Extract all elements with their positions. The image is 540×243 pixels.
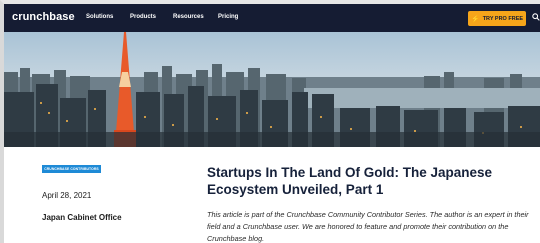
try-pro-free-label: TRY PRO FREE	[482, 15, 524, 22]
nav-item-products[interactable]: Products	[130, 14, 156, 20]
article-title: Startups In The Land Of Gold: The Japane…	[207, 165, 493, 197]
try-pro-free-button[interactable]: ⚡ TRY PRO FREE	[468, 11, 526, 26]
nav-item-pricing[interactable]: Pricing	[218, 14, 238, 20]
top-navigation: crunchbase Solutions Products Resources …	[4, 4, 540, 32]
category-badge[interactable]: CRUNCHBASE CONTRIBUTORS	[42, 165, 101, 173]
hero-image-tokyo-skyline	[4, 32, 540, 147]
author-name[interactable]: Japan Cabinet Office	[42, 213, 122, 222]
nav-item-resources[interactable]: Resources	[173, 14, 204, 20]
skyline-illustration	[4, 32, 540, 147]
crunchbase-logo[interactable]: crunchbase	[12, 11, 75, 23]
article-intro: This article is part of the Crunchbase C…	[207, 210, 529, 243]
search-icon[interactable]	[532, 13, 540, 21]
nav-item-solutions[interactable]: Solutions	[86, 14, 113, 20]
lightning-icon: ⚡	[470, 15, 480, 23]
publish-date: April 28, 2021	[42, 191, 92, 200]
browser-frame: crunchbase Solutions Products Resources …	[0, 0, 540, 243]
